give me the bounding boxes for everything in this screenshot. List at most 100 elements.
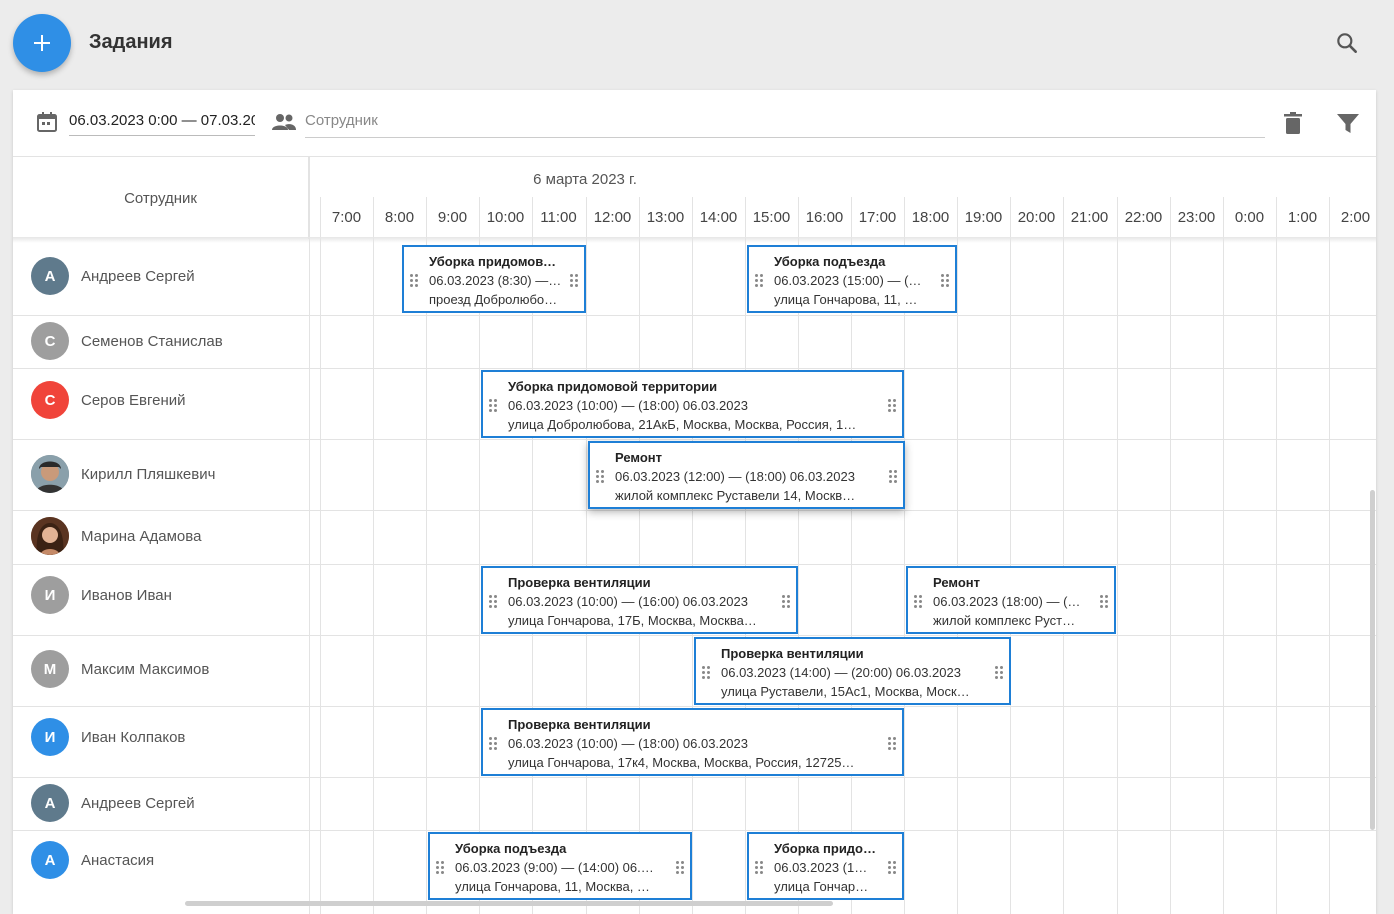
employee-row[interactable]: И Иван Колпаков bbox=[13, 706, 309, 777]
task-address: улица Гончарова, 17к4, Москва, Москва, Р… bbox=[508, 755, 855, 770]
hour-label: 0:00 bbox=[1234, 209, 1265, 226]
hour-label: 2:00 bbox=[1340, 209, 1371, 226]
avatar: И bbox=[31, 576, 69, 614]
plus-icon bbox=[34, 35, 50, 51]
schedule-grid: Сотрудник 6 марта 2023 г. 7:00 8:00 9:00 10… bbox=[13, 156, 1376, 914]
hour-label: 15:00 bbox=[752, 209, 791, 226]
task-card[interactable]: Уборка подъезда 06.03.2023 (15:00) — (… ул… bbox=[747, 245, 957, 313]
add-task-button[interactable] bbox=[13, 14, 71, 72]
task-time: 06.03.2023 (10:00) — (18:00) 06.03.2023 bbox=[508, 398, 748, 413]
search-icon[interactable] bbox=[1334, 30, 1360, 56]
drag-handle-icon[interactable] bbox=[596, 470, 604, 484]
drag-handle-icon[interactable] bbox=[889, 470, 897, 484]
drag-handle-icon[interactable] bbox=[436, 861, 444, 875]
horizontal-scrollbar[interactable] bbox=[185, 901, 833, 906]
drag-handle-icon[interactable] bbox=[888, 399, 896, 413]
avatar: М bbox=[31, 650, 69, 688]
drag-handle-icon[interactable] bbox=[941, 274, 949, 288]
task-title: Проверка вентиляции bbox=[508, 575, 651, 590]
hour-label: 7:00 bbox=[331, 209, 362, 226]
hour-label: 18:00 bbox=[911, 209, 950, 226]
avatar-initial: М bbox=[43, 660, 57, 678]
hour-label: 1:00 bbox=[1287, 209, 1318, 226]
task-title: Уборка подъезда bbox=[774, 254, 886, 269]
task-address: жилой комплекс Руставели 14, Москв… bbox=[615, 488, 856, 503]
drag-handle-icon[interactable] bbox=[489, 399, 497, 413]
task-title: Ремонт bbox=[615, 450, 663, 465]
avatar: С bbox=[31, 381, 69, 419]
task-card[interactable]: Ремонт 06.03.2023 (18:00) — (… жилой компл… bbox=[906, 566, 1116, 634]
task-card[interactable]: Проверка вентиляции 06.03.2023 (10:00) — … bbox=[481, 708, 904, 776]
employee-name: Иванов Иван bbox=[81, 587, 172, 604]
employee-row[interactable]: Кирилл Пляшкевич bbox=[13, 439, 309, 510]
employee-row[interactable]: М Максим Максимов bbox=[13, 635, 309, 706]
delete-icon[interactable] bbox=[1281, 110, 1305, 136]
task-time: 06.03.2023 (18:00) — (… bbox=[933, 594, 1081, 609]
drag-handle-icon[interactable] bbox=[570, 274, 578, 288]
employee-row[interactable]: С Семенов Станислав bbox=[13, 315, 309, 368]
task-title: Проверка вентиляции bbox=[721, 646, 864, 661]
grid-column-line bbox=[957, 197, 958, 914]
task-time: 06.03.2023 (10:00) — (16:00) 06.03.2023 bbox=[508, 594, 748, 609]
drag-handle-icon[interactable] bbox=[888, 737, 896, 751]
hour-label: 19:00 bbox=[964, 209, 1003, 226]
employee-name: Серов Евгений bbox=[81, 392, 186, 409]
task-card[interactable]: Уборка придо… 06.03.2023 (1… улица Гончар… bbox=[747, 832, 904, 900]
grid-column-line bbox=[373, 197, 374, 914]
schedule-date-label: 6 марта 2023 г. bbox=[533, 171, 637, 188]
task-title: Ремонт bbox=[933, 575, 981, 590]
avatar bbox=[31, 517, 69, 555]
hour-label: 21:00 bbox=[1070, 209, 1109, 226]
drag-handle-icon[interactable] bbox=[995, 666, 1003, 680]
employee-row[interactable]: Марина Адамова bbox=[13, 510, 309, 564]
filter-bar: 06.03.2023 0:00 — 07.03.2023 0:00 Сотруд… bbox=[13, 90, 1376, 156]
grid-column-line bbox=[692, 197, 693, 914]
employee-name: Иван Колпаков bbox=[81, 729, 186, 746]
employee-row[interactable]: А Андреев Сергей bbox=[13, 777, 309, 830]
employee-row[interactable]: С Серов Евгений bbox=[13, 368, 309, 439]
employee-name: Андреев Сергей bbox=[81, 268, 195, 285]
calendar-icon bbox=[37, 112, 57, 132]
avatar-initial: С bbox=[44, 332, 56, 350]
task-address: улица Гончар… bbox=[774, 879, 869, 894]
avatar: А bbox=[31, 841, 69, 879]
task-address: улица Гончарова, 17Б, Москва, Москва… bbox=[508, 613, 757, 628]
drag-handle-icon[interactable] bbox=[755, 274, 763, 288]
task-card[interactable]: Уборка придомовой территор… 06.03.2023 (8… bbox=[402, 245, 586, 313]
employee-row[interactable]: И Иванов Иван bbox=[13, 564, 309, 635]
drag-handle-icon[interactable] bbox=[489, 737, 497, 751]
drag-handle-icon[interactable] bbox=[410, 274, 418, 288]
hour-label: 9:00 bbox=[437, 209, 468, 226]
task-title: Уборка придомовой территории bbox=[508, 379, 718, 394]
tasks-card: 06.03.2023 0:00 — 07.03.2023 0:00 Сотруд… bbox=[13, 90, 1376, 914]
grid-column-line bbox=[1223, 197, 1224, 914]
filter-icon[interactable] bbox=[1335, 111, 1361, 135]
employee-row[interactable]: А Андреев Сергей bbox=[13, 239, 309, 315]
employee-filter-input[interactable]: Сотрудник bbox=[305, 110, 1265, 138]
date-range-input[interactable]: 06.03.2023 0:00 — 07.03.2023 0:00 bbox=[69, 110, 255, 136]
grid-column-line bbox=[1170, 197, 1171, 914]
task-card[interactable]: Уборка подъезда 06.03.2023 (9:00) — (14:0… bbox=[428, 832, 692, 900]
drag-handle-icon[interactable] bbox=[914, 595, 922, 609]
drag-handle-icon[interactable] bbox=[782, 595, 790, 609]
task-time: 06.03.2023 (10:00) — (18:00) 06.03.2023 bbox=[508, 736, 748, 751]
hour-label: 17:00 bbox=[858, 209, 897, 226]
task-card[interactable]: Проверка вентиляции 06.03.2023 (14:00) — … bbox=[694, 637, 1011, 705]
drag-handle-icon[interactable] bbox=[489, 595, 497, 609]
hour-label: 14:00 bbox=[699, 209, 738, 226]
drag-handle-icon[interactable] bbox=[676, 861, 684, 875]
task-address: улица Руставели, 15Ас1, Москва, Моск… bbox=[721, 684, 970, 699]
vertical-scrollbar[interactable] bbox=[1370, 490, 1375, 830]
hour-label: 8:00 bbox=[384, 209, 415, 226]
task-card[interactable]: Уборка придомовой территории 06.03.2023 (… bbox=[481, 370, 904, 438]
task-card[interactable]: Ремонт 06.03.2023 (12:00) — (18:00) 06.03… bbox=[588, 441, 905, 509]
people-icon bbox=[272, 114, 296, 130]
hour-label: 13:00 bbox=[646, 209, 685, 226]
drag-handle-icon[interactable] bbox=[1100, 595, 1108, 609]
drag-handle-icon[interactable] bbox=[755, 861, 763, 875]
drag-handle-icon[interactable] bbox=[702, 666, 710, 680]
grid-column-line bbox=[1010, 197, 1011, 914]
drag-handle-icon[interactable] bbox=[888, 861, 896, 875]
task-address: улица Гончарова, 11, … bbox=[774, 292, 918, 307]
task-card[interactable]: Проверка вентиляции 06.03.2023 (10:00) — … bbox=[481, 566, 798, 634]
